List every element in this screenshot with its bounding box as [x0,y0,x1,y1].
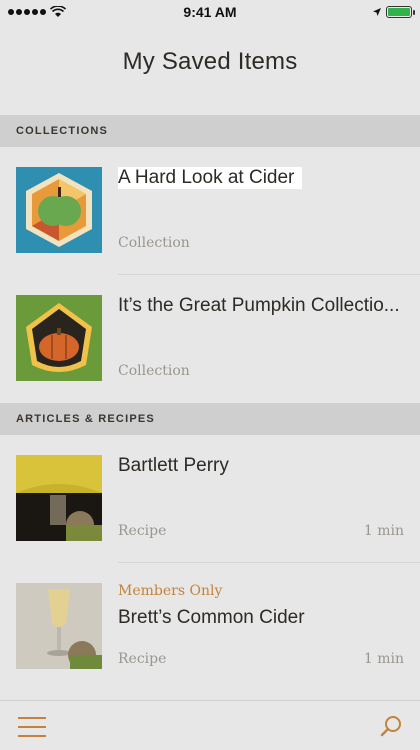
collection-title-text: A Hard Look at Cider [118,167,303,189]
bottom-toolbar [0,700,420,750]
article-type: Recipe [118,523,167,539]
collection-item[interactable]: It’s the Great Pumpkin Collectio... Coll… [0,275,420,403]
article-thumbnail [16,583,102,669]
menu-icon[interactable] [18,717,46,737]
recipe-photo [16,455,102,541]
article-type: Recipe [118,651,167,667]
article-item[interactable]: Members Only Brett’s Common Cider Recipe… [0,563,420,691]
members-only-badge: Members Only [118,583,223,599]
status-bar: 9:41 AM [0,0,420,24]
section-header-articles: ARTICLES & RECIPES [0,403,420,435]
article-thumbnail [16,455,102,541]
article-title: Bartlett Perry [118,455,229,476]
collection-type: Collection [118,235,190,251]
status-right [372,6,415,18]
collection-type: Collection [118,363,190,379]
article-duration: 1 min [363,523,404,539]
battery-icon [386,6,415,18]
collection-item[interactable]: A Hard Look at Cider Collection [0,147,420,275]
collection-title: A Hard Look at Cider [118,167,303,189]
article-title: Brett’s Common Cider [118,607,305,628]
signal-icon [8,9,46,15]
article-item[interactable]: Bartlett Perry Recipe 1 min [0,435,420,563]
search-icon[interactable] [380,715,402,737]
recipe-photo [16,583,102,669]
collection-thumbnail [16,295,102,381]
collection-thumbnail [16,167,102,253]
apple-icon [16,167,102,253]
article-duration: 1 min [363,651,404,667]
location-arrow-icon [373,8,381,16]
wifi-icon [50,6,66,17]
battery-level [388,8,410,16]
section-header-collections: COLLECTIONS [0,115,420,147]
collection-title: It’s the Great Pumpkin Collectio... [118,295,398,316]
status-left [8,6,66,18]
pumpkin-icon [16,295,102,381]
page-title: My Saved Items [122,48,298,75]
